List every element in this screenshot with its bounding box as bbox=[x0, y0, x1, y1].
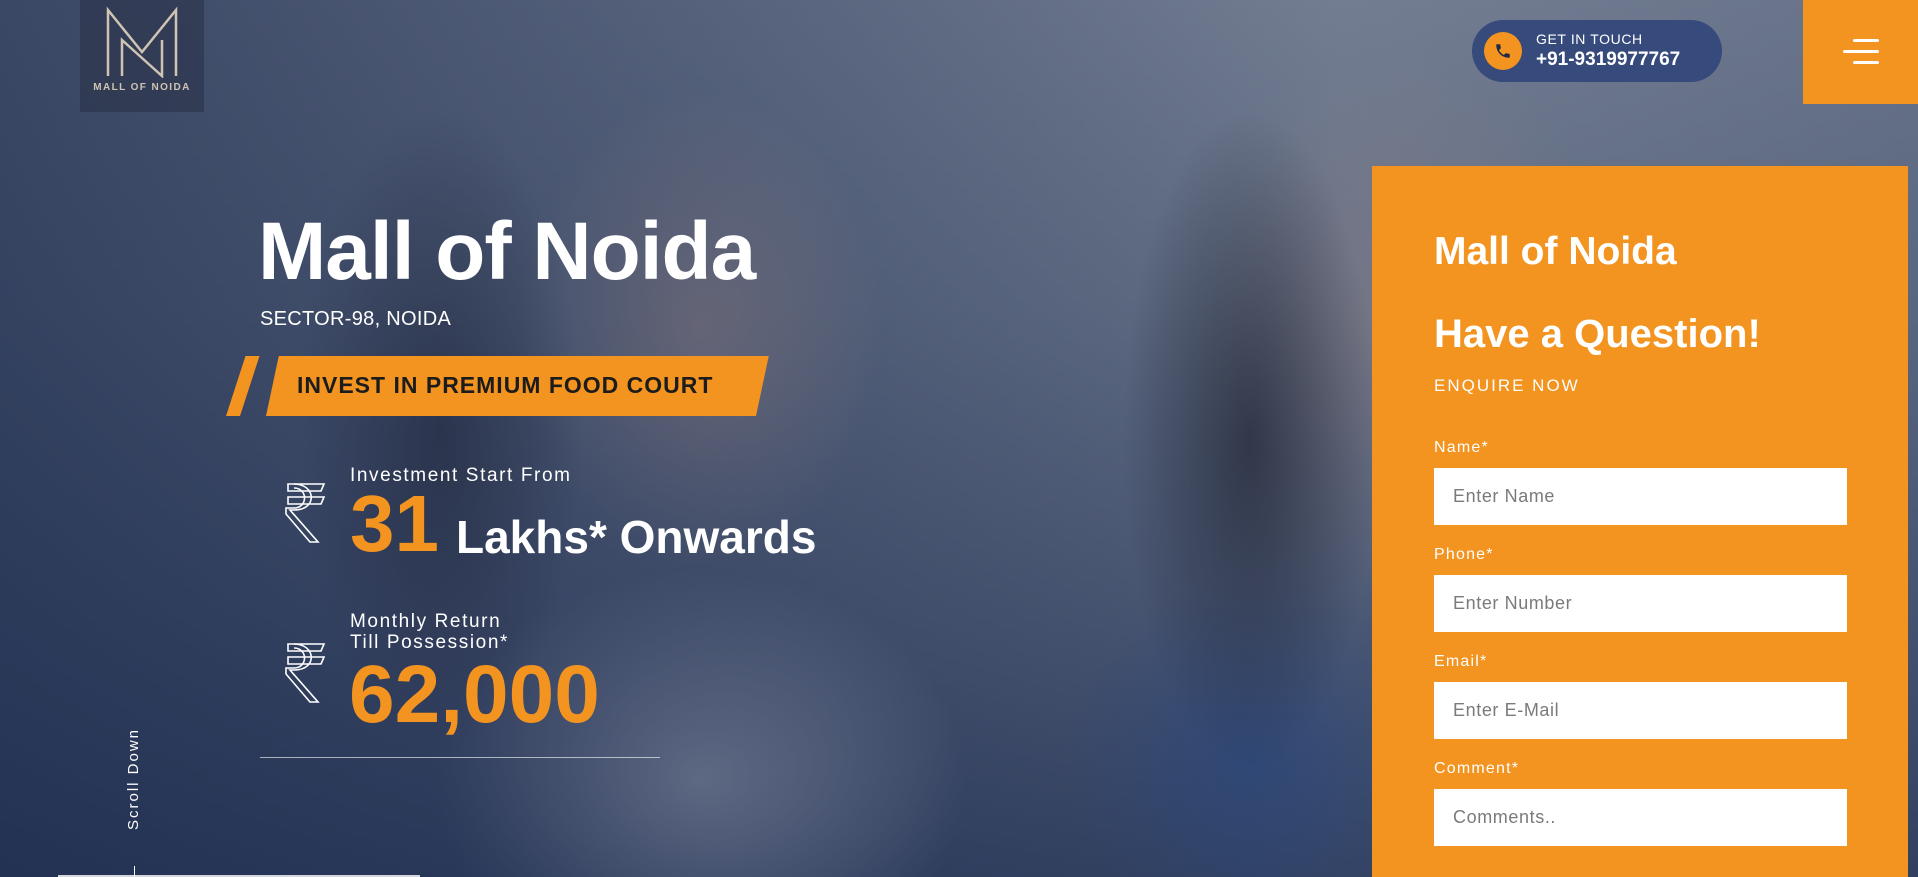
divider bbox=[260, 757, 660, 758]
enquiry-form: Mall of Noida Have a Question! ENQUIRE N… bbox=[1372, 166, 1908, 877]
rupee-icon bbox=[284, 640, 328, 706]
form-brand: Mall of Noida bbox=[1434, 230, 1677, 273]
menu-button[interactable] bbox=[1803, 0, 1918, 104]
email-label: Email* bbox=[1434, 653, 1488, 670]
investment-suffix: Lakhs* Onwards bbox=[456, 511, 817, 563]
comment-label: Comment* bbox=[1434, 760, 1520, 777]
name-label: Name* bbox=[1434, 439, 1489, 456]
hero-title: Mall of Noida bbox=[258, 206, 756, 297]
rupee-icon bbox=[284, 480, 328, 546]
get-in-touch-button[interactable]: GET IN TOUCH +91-9319977767 bbox=[1472, 20, 1722, 82]
monthly-return-value: 62,000 bbox=[349, 649, 600, 740]
scroll-down-link[interactable]: Scroll Down bbox=[125, 728, 142, 830]
email-input[interactable] bbox=[1434, 682, 1847, 739]
logo-mark-icon bbox=[106, 6, 178, 78]
form-heading: Have a Question! bbox=[1434, 312, 1761, 356]
site-logo[interactable]: MALL OF NOIDA bbox=[80, 0, 204, 112]
phone-icon bbox=[1484, 32, 1522, 70]
contact-phone-number[interactable]: +91-9319977767 bbox=[1536, 49, 1680, 71]
contact-label: GET IN TOUCH bbox=[1536, 31, 1643, 47]
phone-input[interactable] bbox=[1434, 575, 1847, 632]
hamburger-menu-icon bbox=[1842, 39, 1879, 65]
name-input[interactable] bbox=[1434, 468, 1847, 525]
enquire-now-label: ENQUIRE NOW bbox=[1434, 376, 1580, 395]
food-court-banner: INVEST IN PREMIUM FOOD COURT bbox=[297, 372, 714, 398]
monthly-return-label: Monthly Return bbox=[350, 611, 502, 632]
investment-value: 31 bbox=[350, 479, 439, 568]
hero-location: SECTOR-98, NOIDA bbox=[260, 308, 452, 330]
logo-text: MALL OF NOIDA bbox=[93, 82, 191, 93]
phone-label: Phone* bbox=[1434, 546, 1494, 563]
comment-input[interactable] bbox=[1434, 789, 1847, 846]
